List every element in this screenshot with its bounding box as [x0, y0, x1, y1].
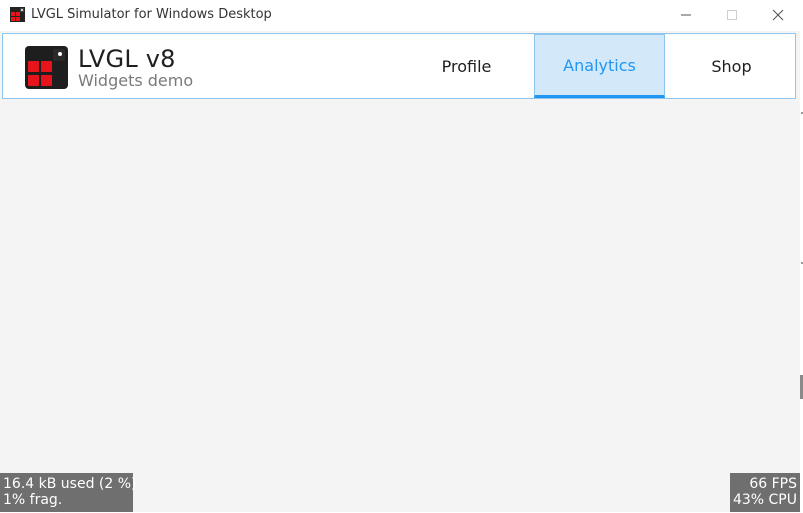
lvgl-logo-icon	[25, 46, 68, 89]
app-subtitle: Widgets demo	[78, 71, 194, 90]
close-button[interactable]	[755, 0, 801, 30]
memory-frag-text: 1% frag.	[3, 492, 63, 508]
tab-analytics[interactable]: Analytics	[534, 34, 665, 98]
maximize-icon	[727, 10, 737, 20]
app-title: LVGL v8	[78, 45, 176, 73]
lvgl-canvas[interactable]: LVGL v8 Widgets demo Profile Analytics S…	[0, 31, 800, 512]
memory-used-text: 16.4 kB used (2 %)	[3, 476, 137, 492]
cpu-text: 43% CPU	[732, 492, 797, 508]
close-icon	[772, 9, 784, 21]
tab-shop[interactable]: Shop	[666, 34, 797, 98]
header-panel: LVGL v8 Widgets demo Profile Analytics S…	[2, 33, 796, 99]
minimize-button[interactable]	[663, 0, 709, 30]
maximize-button[interactable]	[709, 0, 755, 30]
window-title: LVGL Simulator for Windows Desktop	[31, 7, 272, 22]
window-titlebar: LVGL Simulator for Windows Desktop	[0, 0, 803, 30]
memory-monitor: 16.4 kB used (2 %) 1% frag.	[0, 473, 137, 512]
performance-monitor: 66 FPS 43% CPU	[730, 473, 800, 512]
minimize-icon	[681, 14, 691, 16]
tab-profile[interactable]: Profile	[401, 34, 532, 98]
fps-text: 66 FPS	[749, 476, 797, 492]
lvgl-app-icon	[10, 7, 25, 22]
